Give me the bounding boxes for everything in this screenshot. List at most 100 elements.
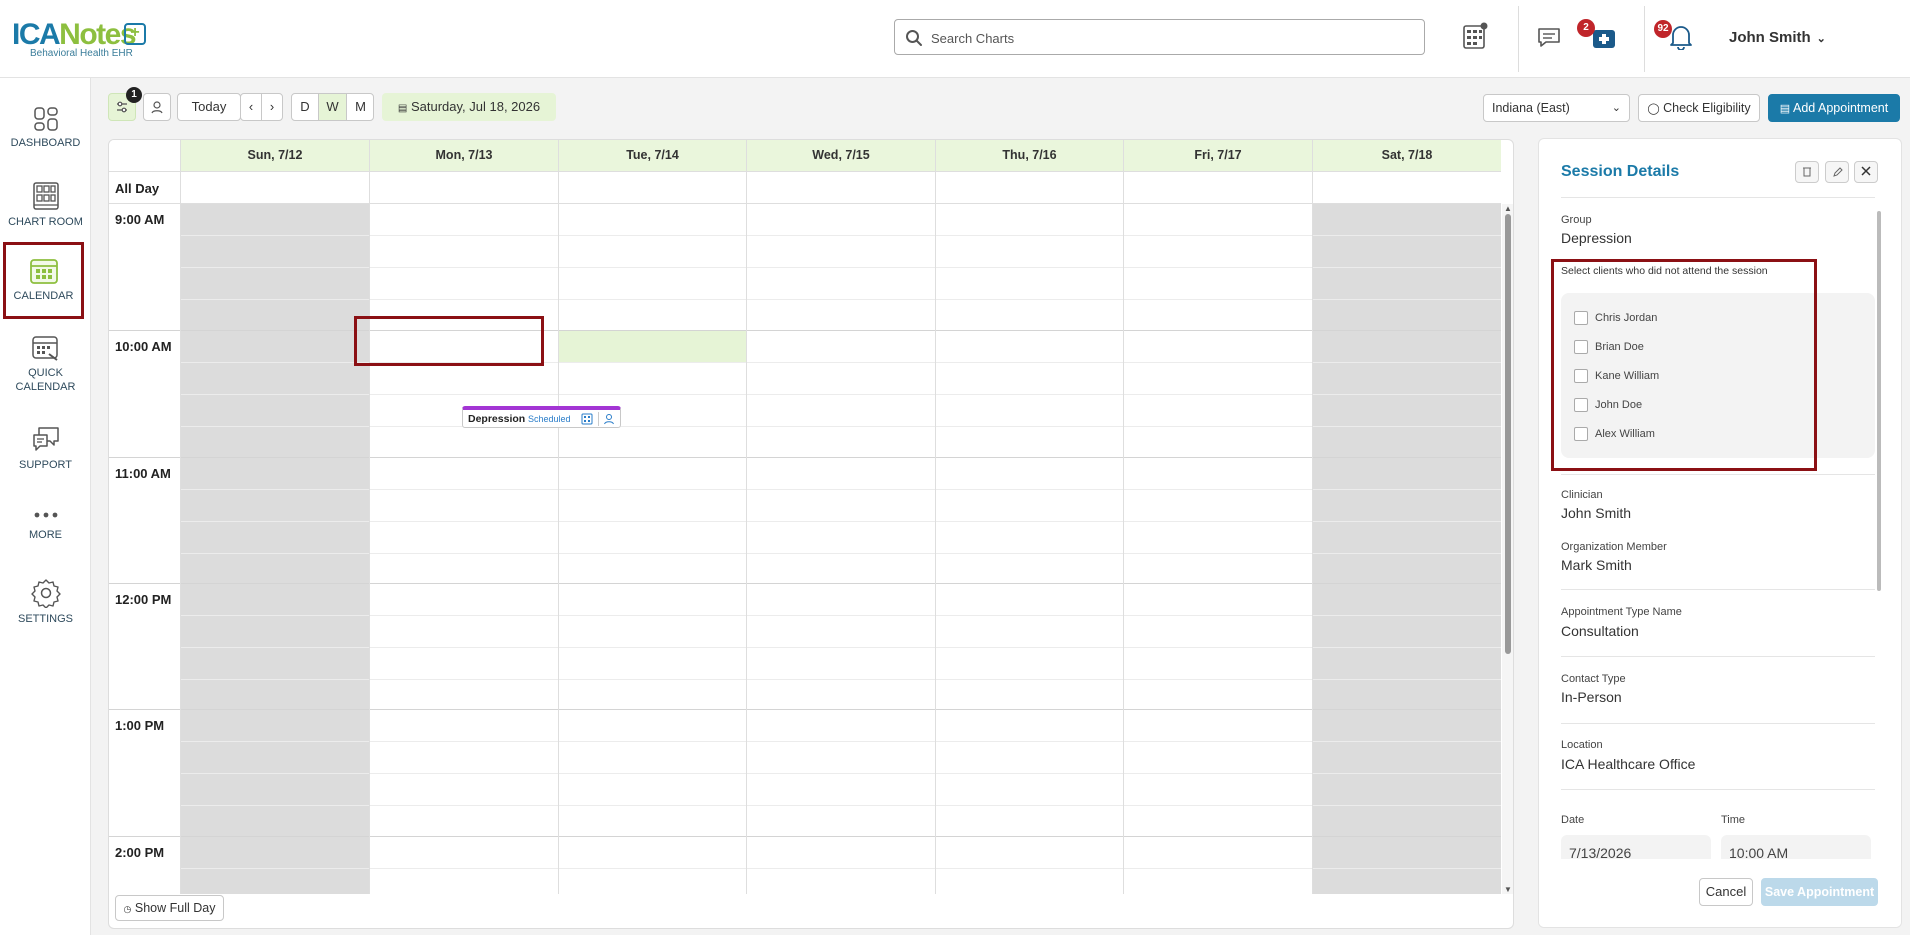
grid-line: [180, 615, 1501, 616]
small-calendar-icon: ▤: [397, 103, 408, 114]
staff-filter-button[interactable]: [143, 93, 171, 121]
highlighted-time-slot[interactable]: [558, 331, 746, 363]
check-eligibility-button[interactable]: ◯ Check Eligibility: [1638, 94, 1760, 122]
view-month-button[interactable]: M: [347, 94, 373, 120]
event-divider: [598, 412, 599, 426]
group-value: Depression: [1561, 230, 1632, 246]
appointment-event[interactable]: Depression Scheduled: [462, 406, 621, 428]
session-details-panel: Session Details Group Depression Select …: [1538, 138, 1902, 928]
messages-icon[interactable]: [1537, 27, 1561, 49]
search-input[interactable]: [931, 28, 1411, 48]
grid-line: [180, 267, 1501, 268]
grid-line: [558, 140, 559, 894]
time-label: Time: [1721, 814, 1746, 826]
next-week-button[interactable]: ›: [261, 93, 283, 121]
edit-button[interactable]: [1825, 161, 1849, 183]
chart-room-icon: [32, 182, 59, 210]
event-title: Depression: [468, 413, 526, 425]
cancel-button[interactable]: Cancel: [1699, 878, 1753, 906]
grid-line: [109, 171, 1501, 172]
time-label: 12:00 PM: [115, 592, 172, 607]
day-header-thu[interactable]: Thu, 7/16: [935, 140, 1123, 171]
view-day-button[interactable]: D: [292, 94, 319, 120]
day-header-fri[interactable]: Fri, 7/17: [1123, 140, 1312, 171]
panel-divider: [1561, 589, 1875, 590]
logo-plus-icon: +: [124, 23, 146, 45]
grid-line: [109, 457, 1501, 458]
day-header-sun[interactable]: Sun, 7/12: [180, 140, 369, 171]
time-label: 11:00 AM: [115, 466, 171, 481]
chart-grid-icon[interactable]: [581, 413, 593, 425]
support-icon: [32, 427, 59, 451]
prev-week-button[interactable]: ‹: [240, 93, 262, 121]
grid-line: [180, 868, 1501, 869]
icanotes-logo[interactable]: ICANotes + Behavioral Health EHR: [12, 20, 152, 60]
scroll-up-icon[interactable]: ▲: [1504, 204, 1512, 213]
day-header-mon[interactable]: Mon, 7/13: [369, 140, 558, 171]
sidebar-item-calendar[interactable]: CALENDAR: [3, 242, 84, 319]
date-label: Date: [1561, 814, 1585, 826]
scrollbar-thumb[interactable]: [1505, 214, 1511, 654]
sidebar-item-support[interactable]: SUPPORT: [0, 426, 91, 472]
contact-type-value: In-Person: [1561, 689, 1622, 705]
time-label: 9:00 AM: [115, 212, 165, 227]
sidebar-label: DASHBOARD: [10, 137, 81, 149]
delete-button[interactable]: [1795, 161, 1819, 183]
person-icon[interactable]: [603, 413, 615, 425]
calendar-add-icon: ▤: [1779, 103, 1791, 115]
sidebar-item-settings[interactable]: SETTINGS: [0, 578, 91, 626]
gear-icon: [30, 579, 61, 608]
notification-bell-icon[interactable]: [1668, 22, 1694, 50]
more-icon: [34, 512, 57, 518]
sidebar-label: QUICK CALENDAR: [15, 367, 76, 393]
day-header-sat[interactable]: Sat, 7/18: [1312, 140, 1501, 171]
user-menu[interactable]: John Smith ⌄: [1729, 29, 1826, 46]
day-header-wed[interactable]: Wed, 7/15: [746, 140, 935, 171]
panel-divider: [1561, 474, 1875, 475]
panel-divider: [1561, 789, 1875, 790]
view-week-button[interactable]: W: [319, 94, 347, 120]
weekend-column-sat: [1312, 204, 1501, 894]
event-highlight-box: [354, 316, 544, 366]
current-date-picker[interactable]: ▤ Saturday, Jul 18, 2026: [382, 93, 556, 121]
group-label: Group: [1561, 214, 1592, 226]
week-calendar: Sun, 7/12 Mon, 7/13 Tue, 7/14 Wed, 7/15 …: [108, 139, 1514, 929]
timezone-select[interactable]: Indiana (East) ⌄: [1483, 94, 1630, 122]
search-box[interactable]: [894, 19, 1425, 55]
location-label: Location: [1561, 739, 1603, 751]
close-icon: [1861, 166, 1871, 176]
calendar-icon: [29, 259, 58, 284]
sidebar-item-quick-calendar[interactable]: QUICK CALENDAR: [0, 334, 91, 394]
close-button[interactable]: [1854, 161, 1878, 183]
grid-line: [935, 140, 936, 894]
panel-divider: [1561, 656, 1875, 657]
chat-badge: 2: [1577, 19, 1595, 37]
grid-line: [180, 235, 1501, 236]
person-icon: [151, 101, 163, 114]
grid-line: [180, 773, 1501, 774]
grid-line: [369, 140, 370, 894]
scroll-down-icon[interactable]: ▼: [1504, 885, 1512, 894]
day-header-tue[interactable]: Tue, 7/14: [558, 140, 746, 171]
grid-line: [180, 521, 1501, 522]
add-appointment-label: Add Appointment: [1792, 101, 1889, 115]
org-member-value: Mark Smith: [1561, 557, 1632, 573]
today-button[interactable]: Today: [177, 93, 241, 121]
sidebar-label: CALENDAR: [13, 290, 74, 302]
panel-scrollbar[interactable]: [1877, 211, 1881, 591]
save-appointment-button[interactable]: Save Appointment: [1761, 878, 1878, 906]
shield-check-icon: ◯: [1647, 103, 1660, 115]
sidebar-item-dashboard[interactable]: DASHBOARD: [0, 106, 91, 150]
medical-chat-icon[interactable]: [1591, 28, 1617, 50]
sidebar-label: SETTINGS: [17, 613, 73, 625]
chart-grid-icon[interactable]: [1462, 22, 1488, 50]
chevron-down-icon: ⌄: [1816, 33, 1826, 45]
top-header: ICANotes + Behavioral Health EHR 2 92 Jo…: [0, 0, 1910, 78]
clinician-label: Clinician: [1561, 489, 1603, 501]
view-switcher: D W M: [291, 93, 374, 121]
show-full-day-button[interactable]: ◷ Show Full Day: [115, 895, 224, 921]
calendar-scrollbar[interactable]: ▲ ▼: [1502, 204, 1513, 894]
sidebar-item-more[interactable]: MORE: [0, 506, 91, 542]
add-appointment-button[interactable]: ▤ Add Appointment: [1768, 94, 1900, 122]
sidebar-item-chart-room[interactable]: CHART ROOM: [0, 181, 91, 229]
